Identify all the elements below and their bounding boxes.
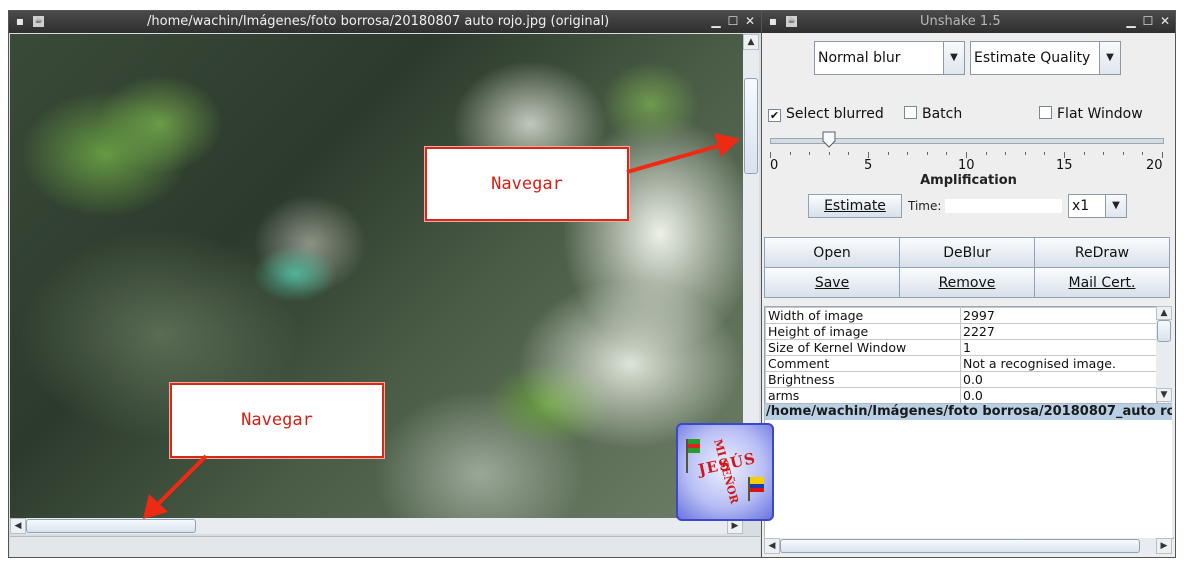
jesus-mi-senor-logo: JESÚS MI SEÑOR — [676, 423, 774, 521]
arrow-to-horizontal-scrollbar — [156, 454, 208, 506]
green-flag-icon — [686, 439, 700, 473]
callout-arrows — [143, 133, 740, 519]
ecuador-flag-icon — [748, 477, 764, 501]
arrow-to-vertical-scrollbar — [626, 144, 719, 174]
arrow-head-icon — [714, 133, 740, 157]
